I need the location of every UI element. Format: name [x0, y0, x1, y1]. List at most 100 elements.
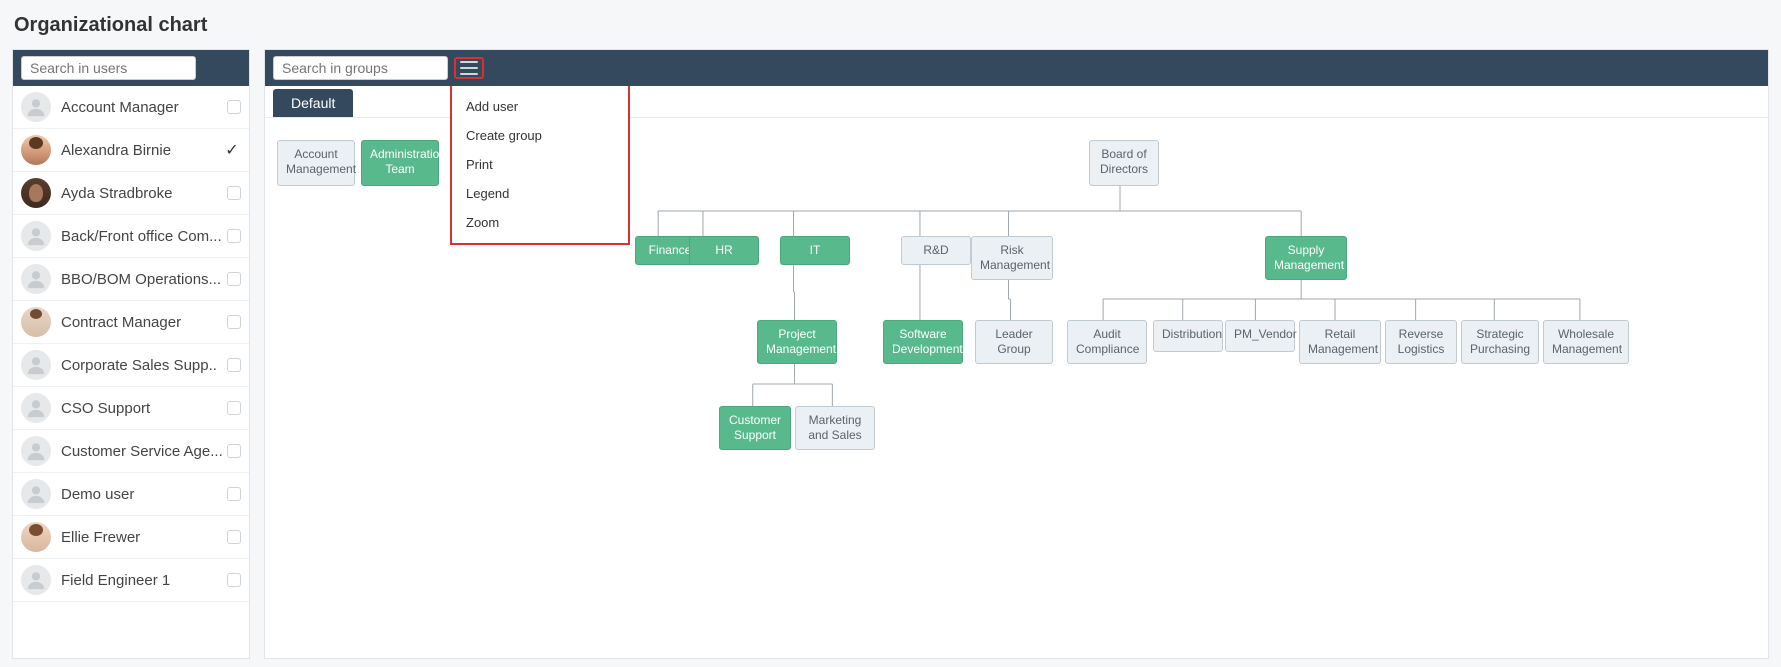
org-node-pm_vendor[interactable]: PM_Vendor [1225, 320, 1295, 352]
user-label: Field Engineer 1 [61, 572, 227, 589]
org-node-label: Distribution [1162, 327, 1222, 341]
org-node-label: Finance [649, 243, 692, 257]
org-node-label: Retail Management [1308, 327, 1378, 356]
main-menu-highlight [454, 57, 484, 79]
user-label: CSO Support [61, 400, 227, 417]
org-node-risk[interactable]: Risk Management [971, 236, 1053, 280]
user-label: Back/Front office Com... [61, 228, 227, 245]
org-node-wholesale[interactable]: Wholesale Management [1543, 320, 1629, 364]
org-node-label: IT [810, 243, 821, 257]
avatar [21, 178, 51, 208]
users-sidebar: Account Manager Alexandra Birnie✓ Ayda Str… [12, 49, 250, 659]
org-node-label: Wholesale Management [1552, 327, 1622, 356]
org-node-label: Supply Management [1274, 243, 1344, 272]
org-node-label: Reverse Logistics [1398, 327, 1445, 356]
user-checkbox[interactable] [227, 530, 241, 544]
user-item[interactable]: BBO/BOM Operations... [13, 258, 249, 301]
avatar [21, 135, 51, 165]
org-node-label: Administration Team [370, 147, 446, 176]
avatar [21, 264, 51, 294]
user-checkbox[interactable] [227, 315, 241, 329]
user-item[interactable]: Demo user [13, 473, 249, 516]
page-title: Organizational chart [14, 14, 1769, 37]
org-node-dist[interactable]: Distribution [1153, 320, 1223, 352]
user-label: Ayda Stradbroke [61, 185, 227, 202]
user-checkbox[interactable] [227, 229, 241, 243]
org-node-hr[interactable]: HR [689, 236, 759, 265]
menu-item-create-group[interactable]: Create group [452, 121, 628, 150]
user-label: Ellie Frewer [61, 529, 227, 546]
tab-default[interactable]: Default [273, 89, 353, 117]
hamburger-icon[interactable] [460, 61, 478, 75]
org-node-rev_log[interactable]: Reverse Logistics [1385, 320, 1457, 364]
org-node-board[interactable]: Board of Directors [1089, 140, 1159, 186]
user-checkbox[interactable] [227, 444, 241, 458]
avatar [21, 479, 51, 509]
menu-item-legend[interactable]: Legend [452, 179, 628, 208]
org-node-label: HR [715, 243, 732, 257]
main-panel: Add user Create group Print Legend Zoom … [264, 49, 1769, 659]
menu-item-zoom[interactable]: Zoom [452, 208, 628, 237]
user-checkbox[interactable] [227, 100, 241, 114]
users-list: Account Manager Alexandra Birnie✓ Ayda Str… [13, 86, 249, 602]
avatar [21, 221, 51, 251]
user-checkbox[interactable] [227, 186, 241, 200]
user-checkbox[interactable] [227, 487, 241, 501]
main-menu-dropdown: Add user Create group Print Legend Zoom [450, 86, 630, 245]
user-item[interactable]: Contract Manager [13, 301, 249, 344]
user-item[interactable]: Field Engineer 1 [13, 559, 249, 602]
org-node-admin_team[interactable]: Administration Team [361, 140, 439, 186]
user-label: Alexandra Birnie [61, 142, 223, 159]
avatar [21, 522, 51, 552]
org-node-label: Risk Management [980, 243, 1050, 272]
user-item[interactable]: Customer Service Age... [13, 430, 249, 473]
org-node-label: Board of Directors [1100, 147, 1148, 176]
user-checkbox[interactable] [227, 401, 241, 415]
user-label: Corporate Sales Supp.. [61, 357, 227, 374]
org-node-label: Customer Support [729, 413, 781, 442]
sidebar-header [13, 50, 249, 86]
user-item[interactable]: Corporate Sales Supp.. [13, 344, 249, 387]
org-node-mkt_sales[interactable]: Marketing and Sales [795, 406, 875, 450]
org-node-label: PM_Vendor [1234, 327, 1297, 341]
search-users-input[interactable] [21, 56, 196, 80]
user-item[interactable]: Account Manager [13, 86, 249, 129]
avatar [21, 350, 51, 380]
user-checkbox[interactable] [227, 573, 241, 587]
org-node-soft_dev[interactable]: Software Development [883, 320, 963, 364]
org-node-proj_mgmt[interactable]: Project Management [757, 320, 837, 364]
user-item[interactable]: Ayda Stradbroke [13, 172, 249, 215]
user-label: Contract Manager [61, 314, 227, 331]
org-node-supply[interactable]: Supply Management [1265, 236, 1347, 280]
user-label: Demo user [61, 486, 227, 503]
search-groups-input[interactable] [273, 56, 448, 80]
user-item[interactable]: Back/Front office Com... [13, 215, 249, 258]
org-node-label: R&D [923, 243, 948, 257]
user-item[interactable]: Alexandra Birnie✓ [13, 129, 249, 172]
org-node-cust_supp[interactable]: Customer Support [719, 406, 791, 450]
org-node-it[interactable]: IT [780, 236, 850, 265]
org-node-audit[interactable]: Audit Compliance [1067, 320, 1147, 364]
org-node-rnd[interactable]: R&D [901, 236, 971, 265]
avatar [21, 565, 51, 595]
org-node-strat_pur[interactable]: Strategic Purchasing [1461, 320, 1539, 364]
main-header: Add user Create group Print Legend Zoom [265, 50, 1768, 86]
org-node-label: Project Management [766, 327, 836, 356]
user-checkbox[interactable] [227, 272, 241, 286]
org-node-leader_grp[interactable]: Leader Group [975, 320, 1053, 364]
avatar [21, 393, 51, 423]
user-checkbox[interactable] [227, 358, 241, 372]
org-node-retail[interactable]: Retail Management [1299, 320, 1381, 364]
avatar [21, 436, 51, 466]
org-node-label: Audit Compliance [1076, 327, 1139, 356]
user-item[interactable]: Ellie Frewer [13, 516, 249, 559]
user-item[interactable]: CSO Support [13, 387, 249, 430]
org-node-label: Software Development [892, 327, 963, 356]
checkmark-icon: ✓ [223, 140, 241, 160]
menu-item-add-user[interactable]: Add user [452, 92, 628, 121]
user-label: Customer Service Age... [61, 443, 227, 460]
menu-item-print[interactable]: Print [452, 150, 628, 179]
user-label: BBO/BOM Operations... [61, 271, 227, 288]
org-node-acct_mgmt[interactable]: Account Management [277, 140, 355, 186]
user-label: Account Manager [61, 99, 227, 116]
